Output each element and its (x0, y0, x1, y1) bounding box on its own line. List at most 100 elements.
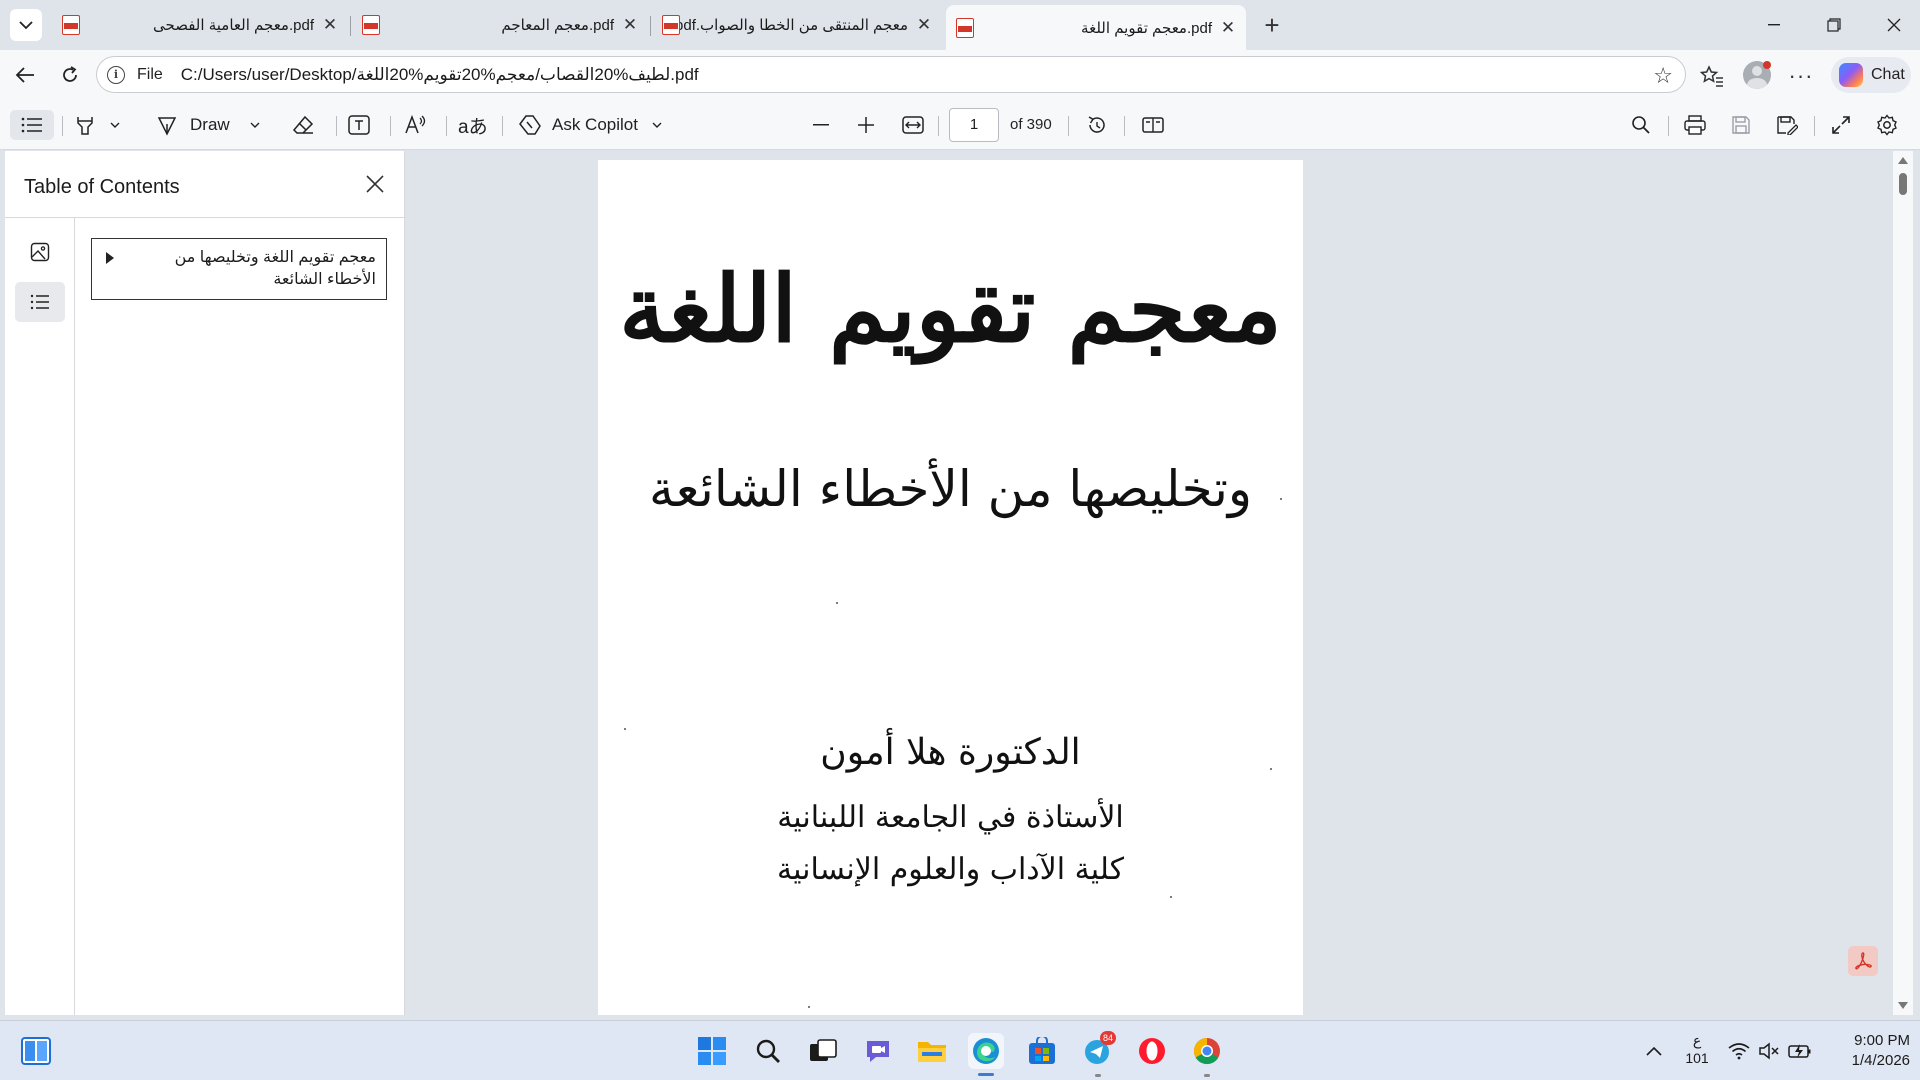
toolbar-separator (390, 116, 391, 136)
scroll-down-icon[interactable] (1898, 1002, 1908, 1009)
widgets-icon (21, 1037, 51, 1065)
rotate-button[interactable] (1082, 110, 1112, 140)
file-explorer-button[interactable] (914, 1033, 950, 1069)
minimize-icon (1768, 24, 1780, 26)
refresh-button[interactable] (54, 60, 86, 90)
show-hidden-icons-button[interactable] (1636, 1033, 1672, 1069)
input-language-script: ع (1692, 1032, 1702, 1048)
minus-icon (813, 124, 829, 126)
task-view-icon (810, 1039, 837, 1061)
copilot-chat-button[interactable]: Chat (1831, 57, 1911, 93)
fullscreen-button[interactable] (1826, 110, 1856, 140)
close-icon[interactable]: ✕ (916, 15, 932, 35)
quick-settings-button[interactable] (1725, 1033, 1815, 1069)
pdf-file-icon (662, 15, 680, 35)
table-of-contents-toggle[interactable] (10, 110, 54, 140)
active-app-indicator (978, 1073, 994, 1076)
read-aloud-icon (405, 115, 426, 134)
book-subtitle: وتخليصها من الأخطاء الشائعة (648, 460, 1253, 518)
input-language-code: 101 (1685, 1050, 1709, 1066)
close-panel-button[interactable] (360, 170, 390, 200)
scrollbar-thumb[interactable] (1899, 173, 1907, 195)
system-clock[interactable]: 9:00 PM 1/4/2026 (1830, 1031, 1910, 1071)
tab-maajim[interactable]: pdf.معجم المعاجم ✕ (352, 7, 648, 43)
expand-triangle-icon[interactable] (106, 252, 114, 264)
tab-amiya-fusha[interactable]: pdf.معجم العامية الفصحى ✕ (52, 7, 348, 43)
task-view-button[interactable] (805, 1033, 841, 1069)
highlight-button[interactable] (74, 110, 134, 140)
document-viewport[interactable]: معجم تقويم اللغة وتخليصها من الأخطاء الش… (406, 151, 1900, 1015)
save-as-icon (1777, 116, 1798, 135)
print-button[interactable] (1680, 110, 1710, 140)
thumbnails-button[interactable] (15, 232, 65, 272)
clock-time: 9:00 PM (1854, 1032, 1910, 1049)
find-button[interactable] (1626, 110, 1656, 140)
vertical-scrollbar[interactable] (1893, 151, 1913, 1015)
toc-item[interactable]: معجم تقويم اللغة وتخليصها من الأخطاء الش… (91, 238, 387, 300)
minimize-button[interactable] (1751, 8, 1797, 42)
save-as-button[interactable] (1772, 110, 1802, 140)
search-icon (756, 1039, 780, 1063)
address-bar[interactable]: i File C:/Users/user/Desktop/لطيف%20القص… (96, 56, 1686, 93)
translate-button[interactable]: aあ (458, 110, 490, 140)
chevron-down-icon (19, 21, 33, 30)
panel-title: Table of Contents (24, 176, 180, 198)
favorite-star-icon[interactable]: ☆ (1653, 63, 1673, 89)
url-text[interactable]: C:/Users/user/Desktop/لطيف%20القصاب/معجم… (181, 65, 699, 85)
close-icon[interactable]: ✕ (322, 15, 338, 35)
tab-title: pdf.معجم تقويم اللغة (1081, 19, 1212, 37)
fit-width-icon (902, 116, 924, 134)
tab-title: pdf.معجم العامية الفصحى (153, 17, 314, 34)
ask-copilot-label: Ask Copilot (552, 115, 638, 134)
page-total-label: of 390 (1010, 116, 1052, 133)
info-icon[interactable]: i (107, 65, 125, 84)
start-button[interactable] (694, 1033, 730, 1069)
edge-browser-button[interactable] (968, 1033, 1004, 1069)
restore-button[interactable] (1811, 8, 1857, 42)
save-button[interactable] (1726, 110, 1756, 140)
add-text-button[interactable] (348, 110, 378, 140)
search-button[interactable] (750, 1033, 786, 1069)
image-icon (30, 242, 50, 262)
fit-to-width-button[interactable] (898, 110, 928, 140)
notification-dot (1763, 61, 1771, 69)
rotate-icon (1088, 116, 1105, 133)
read-aloud-button[interactable] (404, 110, 434, 140)
telegram-button[interactable]: 84 (1080, 1031, 1116, 1069)
close-window-button[interactable] (1871, 8, 1917, 42)
tab-actions-menu-button[interactable] (10, 9, 42, 41)
tab-title: pdf.معجم المعاجم (501, 17, 614, 34)
teams-chat-button[interactable] (860, 1033, 896, 1069)
zoom-out-button[interactable] (806, 110, 836, 140)
chrome-icon (1193, 1037, 1220, 1065)
page-view-button[interactable] (1138, 110, 1168, 140)
microsoft-store-button[interactable] (1024, 1033, 1060, 1069)
chrome-button[interactable] (1189, 1033, 1225, 1069)
scan-speck (1280, 498, 1282, 500)
tab-taqwim-allugha[interactable]: pdf.معجم تقويم اللغة ✕ (946, 5, 1246, 50)
ask-copilot-button[interactable]: Ask Copilot (518, 110, 678, 140)
new-tab-button[interactable]: + (1257, 11, 1287, 41)
input-language-indicator[interactable]: ع 101 (1680, 1031, 1714, 1067)
close-icon[interactable]: ✕ (622, 15, 638, 35)
scroll-up-icon[interactable] (1898, 157, 1908, 164)
battery-charging-icon (1788, 1044, 1811, 1058)
pdf-settings-button[interactable] (1872, 110, 1902, 140)
tab-muntaqa[interactable]: معجم المنتقى من الخطا والصواب.pdf ✕ (652, 7, 942, 43)
outline-button[interactable] (15, 282, 65, 322)
opera-button[interactable] (1134, 1033, 1170, 1069)
widgets-button[interactable] (18, 1033, 54, 1069)
page-number-input[interactable]: 1 (949, 108, 999, 142)
acrobat-button[interactable] (1848, 946, 1878, 976)
favorites-button[interactable] (1697, 62, 1727, 90)
zoom-in-button[interactable] (851, 110, 881, 140)
back-button[interactable] (9, 60, 41, 90)
running-app-indicator (1095, 1074, 1101, 1077)
author-faculty: كلية الآداب والعلوم الإنسانية (777, 852, 1124, 887)
settings-more-button[interactable]: ··· (1786, 62, 1816, 90)
erase-button[interactable] (292, 110, 322, 140)
close-icon[interactable]: ✕ (1220, 18, 1236, 38)
page-view-icon (1142, 117, 1164, 133)
back-arrow-icon (15, 67, 34, 83)
draw-button[interactable]: Draw (156, 110, 276, 140)
